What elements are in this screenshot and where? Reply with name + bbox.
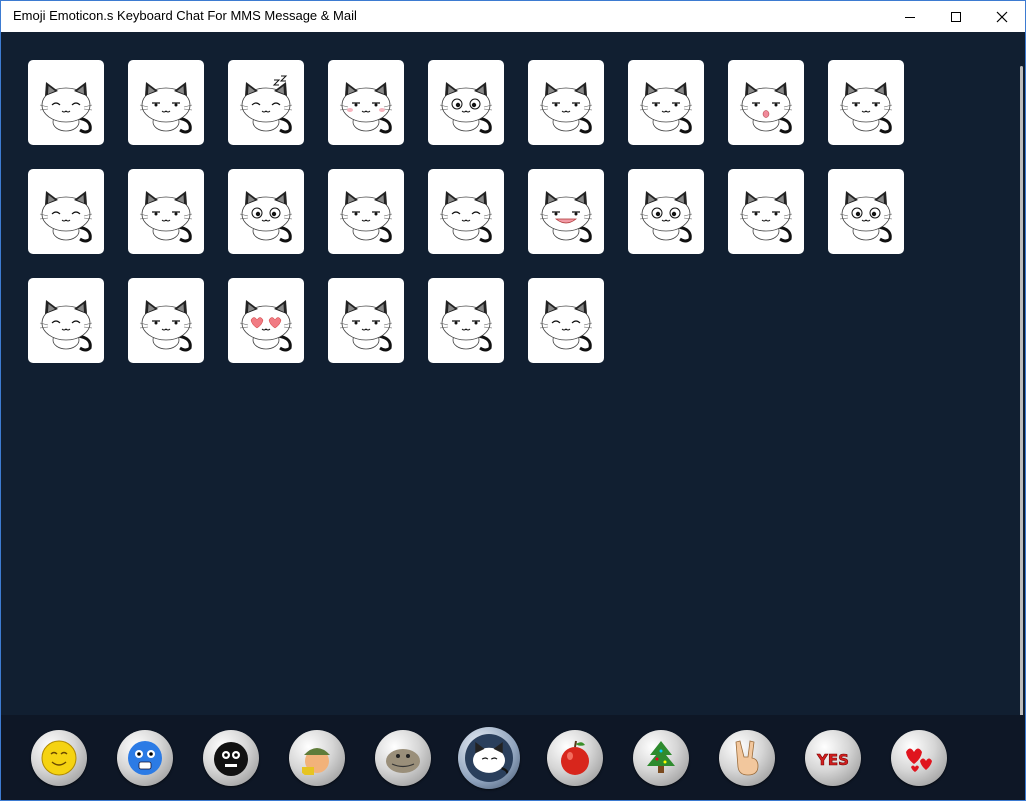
christmas-tree-icon [640,737,682,779]
category-button-smiley-face[interactable] [31,730,87,786]
emoticon-tile[interactable] [228,169,304,254]
emoticon-grid [1,32,1025,715]
category-button-yes-text[interactable]: YES [805,730,861,786]
cat-content-icon [539,300,593,352]
cat-wide-eyes-icon [239,191,293,243]
emoticon-tile[interactable] [328,278,404,363]
scrollbar-thumb[interactable] [1020,66,1023,742]
cat-knocked-out-icon [139,191,193,243]
emoticon-tile[interactable] [328,60,404,145]
title-bar[interactable]: Emoji Emoticon.s Keyboard Chat For MMS M… [1,1,1025,32]
cat-unamused-icon [339,191,393,243]
emoticon-tile[interactable] [28,169,104,254]
cat-surprised-icon [639,82,693,134]
white-cat-icon [465,734,513,782]
emoticon-tile[interactable] [528,278,604,363]
emoticon-tile[interactable] [28,60,104,145]
cat-tongue-icon [739,82,793,134]
cat-smirk-icon [539,82,593,134]
soldier-character-icon [296,737,338,779]
yes-text-icon: YES [812,737,854,779]
cat-sparkle-eyes-icon [839,191,893,243]
minimize-button[interactable] [887,1,933,32]
cat-shocked-icon [639,191,693,243]
emoticon-tile[interactable] [528,60,604,145]
category-button-peace-hand[interactable] [719,730,775,786]
window-title: Emoji Emoticon.s Keyboard Chat For MMS M… [13,8,357,23]
emoticon-tile[interactable] [728,169,804,254]
close-button[interactable] [979,1,1025,32]
cat-blush-icon [339,82,393,134]
cat-laughing-icon [39,191,93,243]
cat-squint-icon [39,300,93,352]
emoticon-tile[interactable] [228,278,304,363]
yes-text: YES [816,751,849,769]
category-bar: YES [1,715,1025,800]
category-button-white-cat[interactable] [458,727,520,789]
gray-monster-face-icon [382,737,424,779]
vertical-scrollbar[interactable] [1013,32,1025,742]
cat-grinning-teeth-icon [539,191,593,243]
close-icon [996,11,1008,23]
emoticon-tile[interactable] [628,60,704,145]
emoticon-tile[interactable] [328,169,404,254]
emoticon-tile[interactable] [528,169,604,254]
blue-scared-face-icon [124,737,166,779]
emoticon-tile[interactable] [828,60,904,145]
minimize-icon [905,17,915,18]
cat-sad-icon [339,300,393,352]
category-button-blue-scared-face[interactable] [117,730,173,786]
cat-dizzy-eyes-icon [439,82,493,134]
cat-annoyed-icon [839,82,893,134]
smiley-face-icon [38,737,80,779]
emoticon-tile[interactable] [228,60,304,145]
category-button-red-apple[interactable] [547,730,603,786]
emoticon-tile[interactable] [428,60,504,145]
emoticon-tile[interactable] [428,169,504,254]
cat-sleepy-icon [439,191,493,243]
cat-happy-icon [39,82,93,134]
cat-sweat-icon [139,82,193,134]
red-hearts-icon [898,737,940,779]
category-button-red-hearts[interactable] [891,730,947,786]
maximize-button[interactable] [933,1,979,32]
cat-shifty-icon [439,300,493,352]
emoticon-tile[interactable] [28,278,104,363]
peace-hand-icon [726,737,768,779]
category-button-black-blob-face[interactable] [203,730,259,786]
maximize-icon [951,12,961,22]
cat-sweating-icon [739,191,793,243]
emoticon-tile[interactable] [128,278,204,363]
cat-tearful-icon [139,300,193,352]
emoticon-tile[interactable] [428,278,504,363]
emoticon-tile[interactable] [128,169,204,254]
emoticon-tile[interactable] [628,169,704,254]
cat-sleeping-zzz-icon [239,75,293,134]
app-window: Emoji Emoticon.s Keyboard Chat For MMS M… [0,0,1026,801]
emoticon-tile[interactable] [828,169,904,254]
category-button-soldier-character[interactable] [289,730,345,786]
category-button-christmas-tree[interactable] [633,730,689,786]
category-button-gray-monster-face[interactable] [375,730,431,786]
emoticon-tile[interactable] [128,60,204,145]
red-apple-icon [554,737,596,779]
emoticon-tile[interactable] [728,60,804,145]
black-blob-face-icon [210,737,252,779]
cat-heart-eyes-icon [239,300,293,352]
